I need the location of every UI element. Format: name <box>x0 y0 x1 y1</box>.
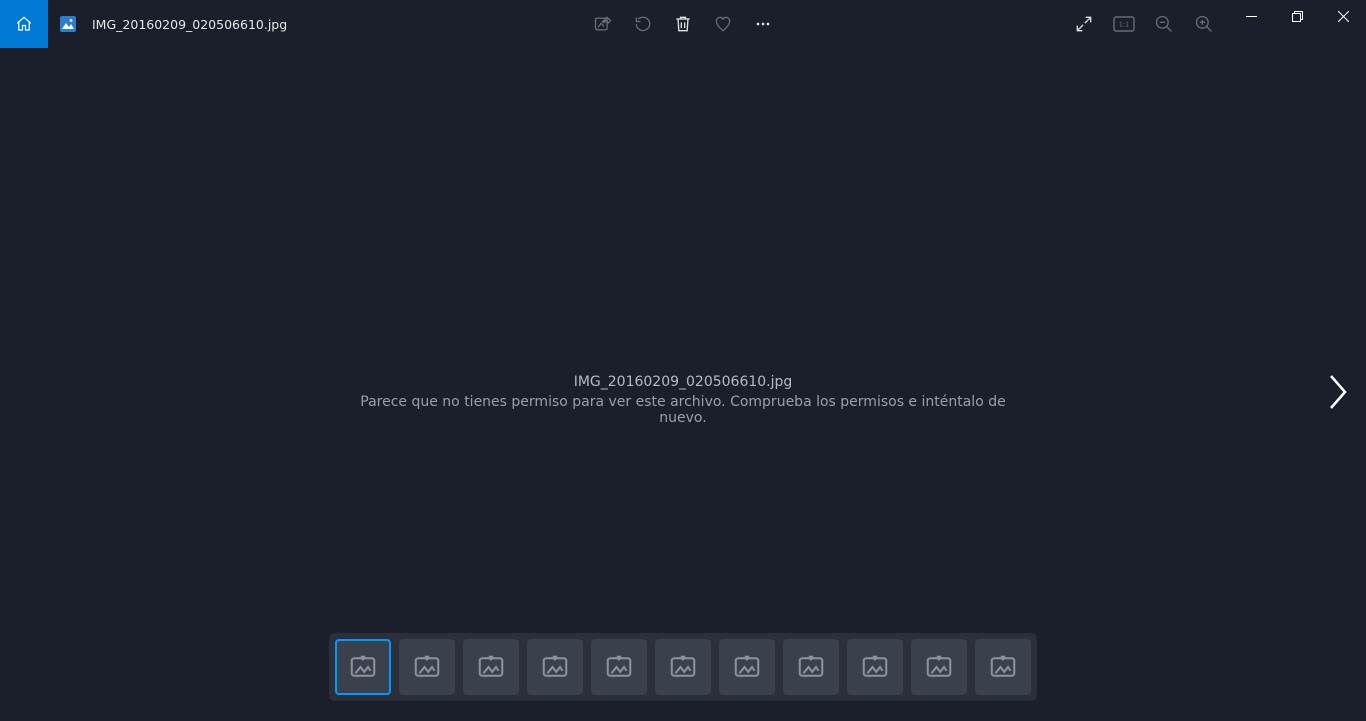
broken-image-icon <box>988 652 1018 682</box>
actual-size-icon: 1:1 <box>1113 16 1135 32</box>
rotate-icon <box>633 14 653 34</box>
zoom-out-button[interactable] <box>1152 12 1176 36</box>
zoom-in-icon <box>1194 14 1214 34</box>
thumbnail[interactable] <box>975 639 1031 695</box>
minimize-icon <box>1246 11 1257 22</box>
zoom-out-icon <box>1154 14 1174 34</box>
chevron-right-icon <box>1325 372 1351 412</box>
broken-image-icon <box>348 652 378 682</box>
delete-button[interactable] <box>671 12 695 36</box>
rotate-button[interactable] <box>631 12 655 36</box>
home-icon <box>15 15 33 33</box>
thumbnail[interactable] <box>719 639 775 695</box>
maximize-button[interactable] <box>1274 0 1320 32</box>
fullscreen-icon <box>1074 14 1094 34</box>
toolbar-right: 1:1 <box>1072 0 1216 48</box>
broken-image-icon <box>412 652 442 682</box>
broken-image-icon <box>604 652 634 682</box>
thumbnail[interactable] <box>783 639 839 695</box>
error-text: Parece que no tienes permiso para ver es… <box>360 394 1005 426</box>
filmstrip <box>329 633 1037 701</box>
next-image-button[interactable] <box>1318 372 1358 412</box>
thumbnail[interactable] <box>335 639 391 695</box>
broken-image-icon <box>860 652 890 682</box>
edit-image-button[interactable] <box>591 12 615 36</box>
thumbnail[interactable] <box>911 639 967 695</box>
broken-image-icon <box>796 652 826 682</box>
broken-image-icon <box>732 652 762 682</box>
thumbnail[interactable] <box>527 639 583 695</box>
home-button[interactable] <box>0 0 48 48</box>
photo-app-icon <box>60 16 76 32</box>
svg-text:1:1: 1:1 <box>1119 20 1129 29</box>
main-area: IMG_20160209_020506610.jpg Parece que no… <box>0 48 1366 721</box>
heart-icon <box>713 14 733 34</box>
app-icon <box>48 16 88 32</box>
thumbnail[interactable] <box>655 639 711 695</box>
window-controls <box>1228 0 1366 32</box>
broken-image-icon <box>476 652 506 682</box>
broken-image-icon <box>668 652 698 682</box>
trash-icon <box>673 14 693 34</box>
more-button[interactable] <box>751 12 775 36</box>
more-icon <box>753 14 773 34</box>
broken-image-icon <box>924 652 954 682</box>
favorite-button[interactable] <box>711 12 735 36</box>
fullscreen-button[interactable] <box>1072 12 1096 36</box>
thumbnail[interactable] <box>591 639 647 695</box>
maximize-icon <box>1292 11 1303 22</box>
thumbnail[interactable] <box>463 639 519 695</box>
close-icon <box>1338 11 1349 22</box>
titlebar: IMG_20160209_020506610.jpg <box>0 0 1366 48</box>
file-title: IMG_20160209_020506610.jpg <box>88 17 287 32</box>
broken-image-icon <box>540 652 570 682</box>
close-button[interactable] <box>1320 0 1366 32</box>
edit-image-icon <box>593 14 613 34</box>
thumbnail[interactable] <box>847 639 903 695</box>
toolbar-center <box>591 0 775 48</box>
error-message: IMG_20160209_020506610.jpg Parece que no… <box>342 374 1025 426</box>
thumbnail[interactable] <box>399 639 455 695</box>
minimize-button[interactable] <box>1228 0 1274 32</box>
actual-size-button[interactable]: 1:1 <box>1112 12 1136 36</box>
error-filename: IMG_20160209_020506610.jpg <box>342 374 1025 390</box>
zoom-in-button[interactable] <box>1192 12 1216 36</box>
